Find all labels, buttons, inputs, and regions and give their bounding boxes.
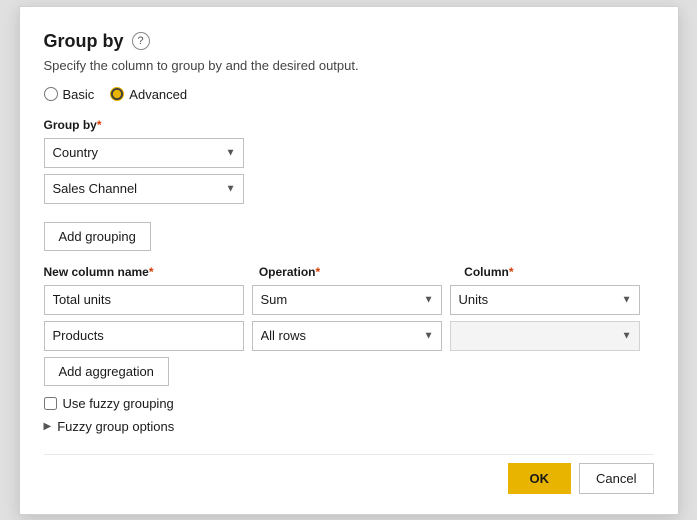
group-by-dialog: Group by ? Specify the column to group b…	[19, 6, 679, 515]
radio-advanced-input[interactable]	[110, 87, 124, 101]
aggregation-row-2: Sum Average Median Min Max Count Count D…	[44, 321, 654, 351]
required-star-col2: *	[509, 265, 514, 279]
column-select-2[interactable]	[450, 321, 640, 351]
operation-select-1[interactable]: Sum Average Median Min Max Count Count D…	[252, 285, 442, 315]
fuzzy-group-options-label: Fuzzy group options	[57, 419, 174, 434]
groupby-select-2[interactable]: Country Sales Channel	[44, 174, 244, 204]
operation-select-wrapper-1[interactable]: Sum Average Median Min Max Count Count D…	[252, 285, 442, 315]
groupby-dropdown-2[interactable]: Country Sales Channel ▼	[44, 174, 244, 204]
groupby-dropdown-1[interactable]: Country Sales Channel ▼	[44, 138, 244, 168]
new-column-name-input-2[interactable]	[44, 321, 244, 351]
required-star-op: *	[315, 265, 320, 279]
cancel-button[interactable]: Cancel	[579, 463, 653, 494]
radio-basic-label: Basic	[63, 87, 95, 102]
required-star: *	[97, 118, 102, 132]
new-column-name-header: New column name*	[44, 265, 243, 279]
aggregation-header: New column name* Operation* Column*	[44, 265, 654, 279]
radio-advanced-label: Advanced	[129, 87, 187, 102]
column-header: Column*	[464, 265, 653, 279]
dialog-title: Group by	[44, 31, 124, 52]
help-icon[interactable]: ?	[132, 32, 150, 50]
group-by-section: Group by* Country Sales Channel ▼ Countr…	[44, 118, 654, 210]
fuzzy-grouping-label: Use fuzzy grouping	[63, 396, 174, 411]
group-by-label: Group by*	[44, 118, 654, 132]
operation-select-2[interactable]: Sum Average Median Min Max Count Count D…	[252, 321, 442, 351]
chevron-right-icon: ▶	[44, 421, 52, 432]
column-select-1[interactable]: Units Sales Amount Products	[450, 285, 640, 315]
dialog-subtitle: Specify the column to group by and the d…	[44, 58, 654, 73]
dialog-footer: OK Cancel	[44, 454, 654, 494]
fuzzy-grouping-checkbox[interactable]	[44, 397, 57, 410]
radio-basic[interactable]: Basic	[44, 87, 95, 102]
new-column-name-input-1[interactable]	[44, 285, 244, 315]
operation-select-wrapper-2[interactable]: Sum Average Median Min Max Count Count D…	[252, 321, 442, 351]
column-select-wrapper-2[interactable]: ▼	[450, 321, 640, 351]
operation-header: Operation*	[259, 265, 448, 279]
groupby-select-1[interactable]: Country Sales Channel	[44, 138, 244, 168]
ok-button[interactable]: OK	[508, 463, 572, 494]
radio-basic-input[interactable]	[44, 87, 58, 101]
column-select-wrapper-1[interactable]: Units Sales Amount Products ▼	[450, 285, 640, 315]
required-star-col: *	[149, 265, 154, 279]
fuzzy-group-options-row[interactable]: ▶ Fuzzy group options	[44, 419, 654, 434]
add-aggregation-button[interactable]: Add aggregation	[44, 357, 169, 386]
mode-radio-group: Basic Advanced	[44, 87, 654, 102]
aggregation-row-1: Sum Average Median Min Max Count Count D…	[44, 285, 654, 315]
radio-advanced[interactable]: Advanced	[110, 87, 187, 102]
add-grouping-button[interactable]: Add grouping	[44, 222, 151, 251]
fuzzy-grouping-row: Use fuzzy grouping	[44, 396, 654, 411]
